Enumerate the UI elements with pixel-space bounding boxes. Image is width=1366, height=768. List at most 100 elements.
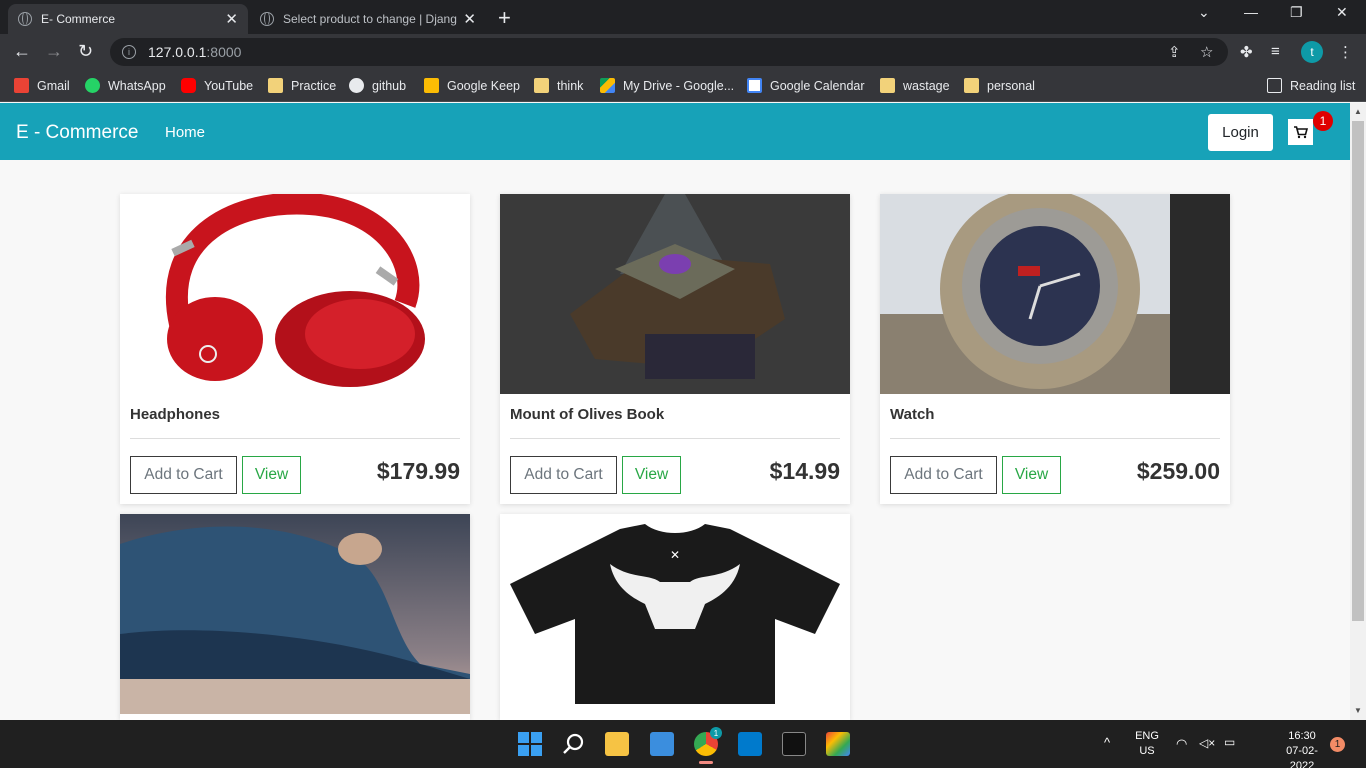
ua-logo-icon: ✕ — [670, 548, 680, 562]
browser-toolbar: ← → ↻ i 127.0.0.1:8000 ⇪ ☆ ✤ ≡ ⋮ — [0, 34, 1366, 70]
folder-icon — [268, 78, 283, 93]
browser-tab-strip: E- Commerce ✕ Select product to change |… — [0, 0, 1366, 34]
media-icon[interactable]: ≡ — [1271, 43, 1280, 60]
new-tab-icon[interactable]: + — [498, 5, 511, 31]
start-icon[interactable] — [518, 732, 542, 756]
folder-icon — [964, 78, 979, 93]
language-indicator[interactable]: ENG US — [1133, 729, 1161, 759]
product-image[interactable] — [880, 194, 1230, 394]
github-icon — [349, 78, 364, 93]
notepad-icon[interactable] — [650, 732, 674, 756]
add-to-cart-button[interactable]: Add to Cart — [890, 456, 997, 494]
notification-badge[interactable]: 1 — [1330, 737, 1345, 752]
show-hidden-icons[interactable]: ^ — [1104, 735, 1110, 750]
minimize-icon[interactable]: — — [1244, 4, 1258, 20]
product-card: Watch Add to Cart View $259.00 — [880, 194, 1230, 504]
product-price: $259.00 — [1136, 458, 1220, 484]
product-image[interactable] — [120, 514, 470, 714]
youtube-icon — [181, 78, 196, 93]
view-button[interactable]: View — [1002, 456, 1061, 494]
bookmark-star-icon[interactable]: ☆ — [1200, 43, 1213, 61]
clock[interactable]: 16:30 07-02-2022 — [1276, 729, 1328, 768]
windows-taskbar: 1 ^ ENG US ◠ ◁× ▭ 16:30 07-02-2022 1 — [0, 720, 1366, 768]
product-card: ✕ — [500, 514, 850, 720]
bookmarks-bar: Gmail WhatsApp YouTube Practice github G… — [0, 70, 1366, 102]
whatsapp-icon — [85, 78, 100, 93]
headphones-image — [165, 194, 425, 387]
tab-ecommerce[interactable]: E- Commerce ✕ — [8, 4, 248, 34]
share-icon[interactable]: ⇪ — [1168, 43, 1181, 61]
product-image[interactable]: ✕ — [500, 514, 850, 714]
scrollbar-thumb[interactable] — [1352, 121, 1364, 621]
watch-image — [880, 194, 1230, 394]
add-to-cart-button[interactable]: Add to Cart — [130, 456, 237, 494]
product-name[interactable]: Mount of Olives Book — [510, 406, 664, 423]
view-button[interactable]: View — [622, 456, 681, 494]
login-button[interactable]: Login — [1208, 114, 1273, 151]
restore-icon[interactable]: ❐ — [1290, 4, 1303, 21]
terminal-icon[interactable] — [782, 732, 806, 756]
extensions-icon[interactable]: ✤ — [1240, 43, 1253, 61]
reload-icon[interactable]: ↻ — [78, 41, 93, 62]
gmail-icon — [14, 78, 29, 93]
product-image[interactable] — [500, 194, 850, 394]
tab-search-icon[interactable]: ⌄ — [1198, 4, 1210, 21]
bookmark-wastage[interactable]: wastage — [880, 78, 950, 93]
shoe-image — [120, 526, 470, 714]
product-name[interactable]: Headphones — [130, 406, 220, 423]
forward-icon[interactable]: → — [45, 41, 63, 62]
bookmark-gmail[interactable]: Gmail — [14, 78, 70, 93]
book-image — [570, 194, 785, 379]
product-card — [120, 514, 470, 720]
divider — [130, 438, 460, 439]
bookmark-google-calendar[interactable]: Google Calendar — [747, 78, 865, 93]
product-card: Headphones Add to Cart View $179.99 — [120, 194, 470, 504]
url-host: 127.0.0.1 — [148, 44, 207, 60]
address-bar[interactable]: i 127.0.0.1:8000 — [110, 38, 1228, 66]
drive-icon — [600, 78, 615, 93]
menu-icon[interactable]: ⋮ — [1338, 43, 1353, 61]
bookmark-whatsapp[interactable]: WhatsApp — [85, 78, 166, 93]
close-tab-icon[interactable]: ✕ — [463, 10, 476, 28]
scroll-down-icon[interactable]: ▼ — [1354, 706, 1362, 715]
tab-title: E- Commerce — [41, 12, 116, 26]
nav-home-link[interactable]: Home — [165, 124, 205, 141]
cart-icon — [1293, 125, 1308, 138]
divider — [890, 438, 1220, 439]
cart-button[interactable] — [1288, 119, 1313, 145]
volume-muted-icon[interactable]: ◁× — [1199, 736, 1215, 751]
reading-list-icon — [1267, 78, 1282, 93]
battery-icon[interactable]: ▭ — [1224, 735, 1235, 750]
view-button[interactable]: View — [242, 456, 301, 494]
back-icon[interactable]: ← — [13, 41, 31, 62]
close-window-icon[interactable]: ✕ — [1336, 4, 1348, 21]
bookmark-my-drive[interactable]: My Drive - Google... — [600, 78, 734, 93]
reading-list[interactable]: Reading list — [1267, 78, 1355, 93]
globe-icon — [18, 12, 32, 26]
file-explorer-icon[interactable] — [605, 732, 629, 756]
site-info-icon[interactable]: i — [122, 45, 136, 59]
site-brand[interactable]: E - Commerce — [16, 122, 138, 144]
bookmark-think[interactable]: think — [534, 78, 583, 93]
product-name[interactable]: Watch — [890, 406, 934, 423]
profile-avatar[interactable]: t — [1301, 41, 1323, 63]
product-price: $179.99 — [376, 458, 460, 484]
site-navbar: E - Commerce Home Login — [0, 103, 1350, 160]
vscode-icon[interactable] — [738, 732, 762, 756]
product-image[interactable] — [120, 194, 470, 394]
wifi-icon[interactable]: ◠ — [1176, 736, 1187, 751]
bookmark-practice[interactable]: Practice — [268, 78, 336, 93]
bookmark-google-keep[interactable]: Google Keep — [424, 78, 520, 93]
bookmark-youtube[interactable]: YouTube — [181, 78, 253, 93]
bookmark-personal[interactable]: personal — [964, 78, 1035, 93]
add-to-cart-button[interactable]: Add to Cart — [510, 456, 617, 494]
search-icon[interactable] — [562, 732, 586, 756]
bluestacks-icon[interactable] — [826, 732, 850, 756]
folder-icon — [534, 78, 549, 93]
keep-icon — [424, 78, 439, 93]
tab-django-admin[interactable]: Select product to change | Djang ✕ — [250, 4, 486, 34]
bookmark-github[interactable]: github — [349, 78, 406, 93]
close-tab-icon[interactable]: ✕ — [225, 10, 238, 28]
page-scrollbar[interactable]: ▲ ▼ — [1350, 103, 1366, 720]
scroll-up-icon[interactable]: ▲ — [1354, 107, 1362, 116]
